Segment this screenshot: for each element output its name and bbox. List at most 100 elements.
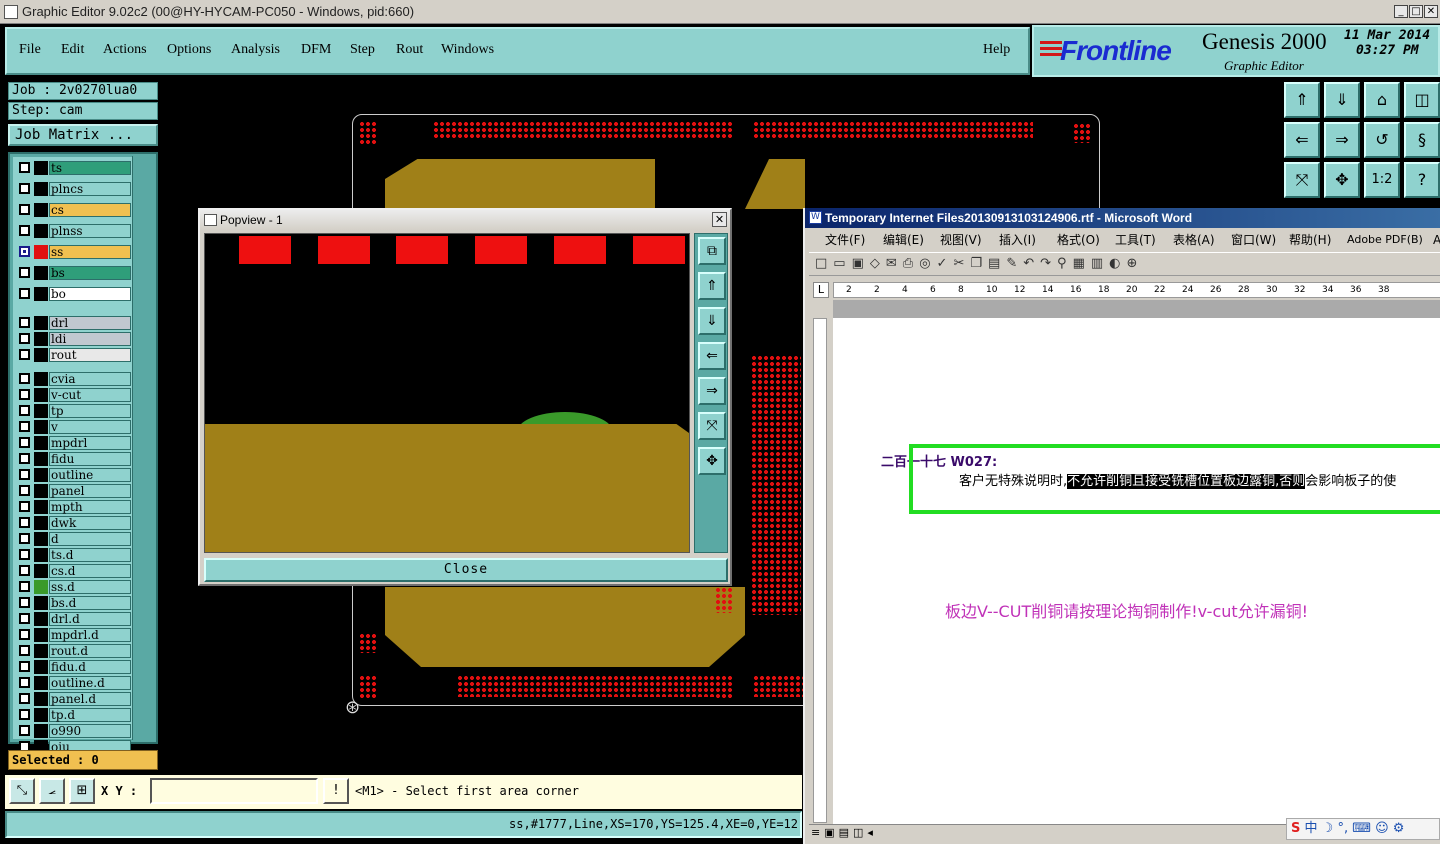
layer-color-swatch[interactable] bbox=[34, 266, 48, 280]
layer-row-ts[interactable]: ts bbox=[16, 161, 134, 175]
layer-checkbox[interactable] bbox=[19, 677, 30, 688]
word-menu-file[interactable]: 文件(F) bbox=[825, 230, 865, 250]
layer-scrollbar[interactable] bbox=[132, 156, 154, 740]
layer-name[interactable]: plnss bbox=[49, 224, 131, 238]
layer-name[interactable]: bo bbox=[49, 287, 131, 301]
layer-name[interactable]: mpth bbox=[49, 500, 131, 514]
word-menu-adobe-pdf[interactable]: Adobe PDF(B) bbox=[1347, 230, 1423, 250]
word-menu-more[interactable]: A bbox=[1433, 230, 1440, 250]
layer-row-ts.d[interactable]: ts.d bbox=[16, 548, 134, 562]
layer-row-mpdrl.d[interactable]: mpdrl.d bbox=[16, 628, 134, 642]
layer-name[interactable]: outline bbox=[49, 468, 131, 482]
layer-color-swatch[interactable] bbox=[34, 532, 48, 546]
layer-name[interactable]: mpdrl.d bbox=[49, 628, 131, 642]
maximize-button[interactable]: □ bbox=[1409, 5, 1423, 18]
layer-name[interactable]: ldi bbox=[49, 332, 131, 346]
undo-view-icon[interactable]: ↺ bbox=[1364, 122, 1400, 158]
pop-zoom-icon[interactable]: ⧉ bbox=[698, 237, 726, 265]
layer-color-swatch[interactable] bbox=[34, 660, 48, 674]
layer-checkbox[interactable] bbox=[19, 469, 30, 480]
redo-icon[interactable]: ↷ bbox=[1040, 256, 1057, 271]
layer-name[interactable]: mpdrl bbox=[49, 436, 131, 450]
pan-down-icon[interactable]: ⇓ bbox=[1324, 82, 1360, 118]
cut-icon[interactable]: ✂ bbox=[953, 256, 970, 271]
word-menu-format[interactable]: 格式(O) bbox=[1057, 230, 1100, 250]
undo-icon[interactable]: ↶ bbox=[1023, 256, 1040, 271]
spelling-icon[interactable]: ✓ bbox=[937, 256, 954, 271]
layer-checkbox[interactable] bbox=[19, 709, 30, 720]
document-page[interactable]: 二百一十七 W027: 客户无特殊说明时,不允许削铜且接受铣槽位置板边露铜,否则… bbox=[833, 318, 1440, 826]
zoom-icon[interactable]: ⊕ bbox=[1127, 256, 1144, 271]
layer-color-swatch[interactable] bbox=[34, 316, 48, 330]
layer-row-outline.d[interactable]: outline.d bbox=[16, 676, 134, 690]
hyperlink-icon[interactable]: ⚲ bbox=[1057, 256, 1073, 271]
layer-checkbox[interactable] bbox=[19, 373, 30, 384]
layer-color-swatch[interactable] bbox=[34, 332, 48, 346]
layer-name[interactable]: v bbox=[49, 420, 131, 434]
word-menu-tools[interactable]: 工具(T) bbox=[1115, 230, 1156, 250]
layer-checkbox[interactable] bbox=[19, 565, 30, 576]
horizontal-ruler[interactable]: 2 2 4 6 8 10 12 14 16 18 20 22 24 26 28 30 32 34 36 38 bbox=[833, 282, 1440, 298]
layer-row-v-cut[interactable]: v-cut bbox=[16, 388, 134, 402]
layer-name[interactable]: bs.d bbox=[49, 596, 131, 610]
layer-checkbox[interactable] bbox=[19, 693, 30, 704]
word-menu-insert[interactable]: 插入(I) bbox=[999, 230, 1036, 250]
layer-name[interactable]: v-cut bbox=[49, 388, 131, 402]
layer-name[interactable]: o990 bbox=[49, 724, 131, 738]
ime-toolbar[interactable]: S 中 ☽ °, ⌨ ☺ ⚙ bbox=[1286, 818, 1440, 840]
layer-color-swatch[interactable] bbox=[34, 420, 48, 434]
pop-pan-right-icon[interactable]: ⇒ bbox=[698, 377, 726, 405]
layer-color-swatch[interactable] bbox=[34, 564, 48, 578]
layer-name[interactable]: ss.d bbox=[49, 580, 131, 594]
split-view-icon[interactable]: ◫ bbox=[1404, 82, 1440, 118]
pan-up-icon[interactable]: ⇑ bbox=[1284, 82, 1320, 118]
layer-name[interactable]: fidu bbox=[49, 452, 131, 466]
zoom-one-to-one-icon[interactable]: 1:2 bbox=[1364, 162, 1400, 198]
word-menu-window[interactable]: 窗口(W) bbox=[1231, 230, 1276, 250]
pan-left-icon[interactable]: ⇐ bbox=[1284, 122, 1320, 158]
grid-icon[interactable]: ⊞ bbox=[69, 778, 95, 804]
layer-row-tp.d[interactable]: tp.d bbox=[16, 708, 134, 722]
minimize-button[interactable]: _ bbox=[1394, 5, 1408, 18]
menu-file[interactable]: File bbox=[19, 42, 41, 58]
layer-checkbox[interactable] bbox=[19, 333, 30, 344]
layer-checkbox[interactable] bbox=[19, 533, 30, 544]
word-menu-table[interactable]: 表格(A) bbox=[1173, 230, 1215, 250]
layer-color-swatch[interactable] bbox=[34, 628, 48, 642]
layer-row-o990[interactable]: o990 bbox=[16, 724, 134, 738]
layer-checkbox[interactable] bbox=[19, 597, 30, 608]
layer-row-ss[interactable]: ss bbox=[16, 245, 134, 259]
layer-color-swatch[interactable] bbox=[34, 708, 48, 722]
layer-name[interactable]: ts bbox=[49, 161, 131, 175]
layer-row-drl[interactable]: drl bbox=[16, 316, 134, 330]
layer-name[interactable]: d bbox=[49, 532, 131, 546]
layer-name[interactable]: tp bbox=[49, 404, 131, 418]
menu-rout[interactable]: Rout bbox=[396, 42, 423, 58]
preview-icon[interactable]: ◎ bbox=[919, 256, 936, 271]
layer-name[interactable]: rout.d bbox=[49, 644, 131, 658]
execute-icon[interactable]: ! bbox=[323, 778, 349, 804]
word-menu-help[interactable]: 帮助(H) bbox=[1289, 230, 1331, 250]
columns-icon[interactable]: ▥ bbox=[1091, 256, 1109, 271]
layer-row-bs.d[interactable]: bs.d bbox=[16, 596, 134, 610]
zoom-fit-icon[interactable]: ⤧ bbox=[1284, 162, 1320, 198]
layer-color-swatch[interactable] bbox=[34, 287, 48, 301]
layer-row-panel.d[interactable]: panel.d bbox=[16, 692, 134, 706]
paste-icon[interactable]: ▤ bbox=[988, 256, 1006, 271]
menu-options[interactable]: Options bbox=[167, 42, 211, 58]
layer-name[interactable]: ts.d bbox=[49, 548, 131, 562]
layer-checkbox[interactable] bbox=[19, 246, 30, 257]
layer-row-tp[interactable]: tp bbox=[16, 404, 134, 418]
menu-windows[interactable]: Windows bbox=[441, 42, 494, 58]
vertical-ruler[interactable] bbox=[813, 318, 827, 823]
layer-row-cvia[interactable]: cvia bbox=[16, 372, 134, 386]
layer-color-swatch[interactable] bbox=[34, 580, 48, 594]
ime-tools-icon[interactable]: ☽ °, ⌨ ☺ ⚙ bbox=[1322, 821, 1405, 836]
print-icon[interactable]: ⎙ bbox=[903, 256, 919, 271]
layer-name[interactable]: outline.d bbox=[49, 676, 131, 690]
layer-checkbox[interactable] bbox=[19, 405, 30, 416]
layer-row-bs[interactable]: bs bbox=[16, 266, 134, 280]
popview-close-icon[interactable]: ✕ bbox=[712, 212, 727, 227]
layer-color-swatch[interactable] bbox=[34, 484, 48, 498]
layer-checkbox[interactable] bbox=[19, 389, 30, 400]
